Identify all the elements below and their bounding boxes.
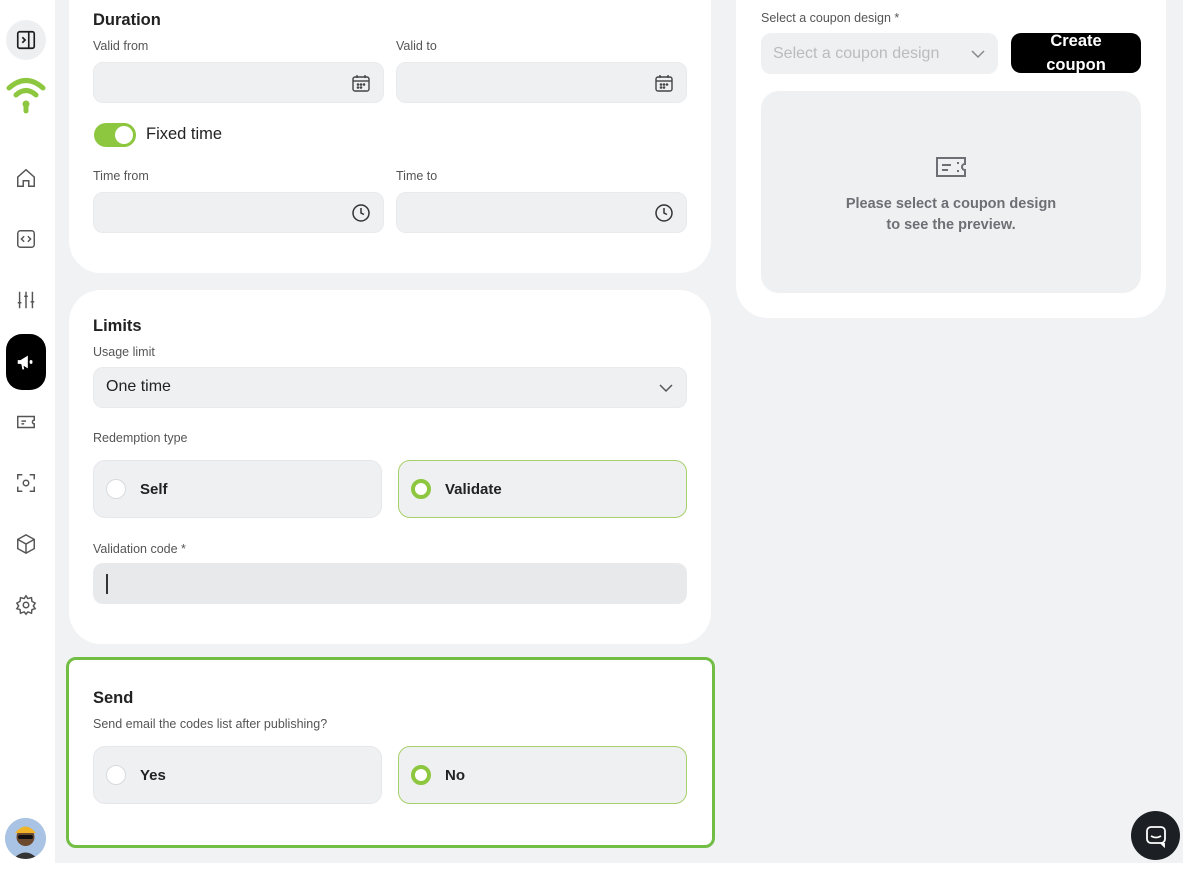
radio-label: No bbox=[445, 766, 465, 784]
radio-label: Yes bbox=[140, 766, 166, 784]
sidebar-expand-button[interactable] bbox=[6, 20, 46, 60]
sidebar bbox=[0, 0, 52, 880]
chevron-down-icon bbox=[971, 50, 985, 59]
calendar-icon[interactable] bbox=[654, 73, 674, 93]
calendar-icon[interactable] bbox=[351, 73, 371, 93]
chat-button[interactable] bbox=[1131, 811, 1180, 860]
scan-icon bbox=[17, 474, 35, 492]
time-to-label: Time to bbox=[396, 169, 438, 183]
chat-icon bbox=[1145, 825, 1166, 848]
clock-icon[interactable] bbox=[351, 203, 371, 223]
validation-code-input[interactable] bbox=[93, 563, 687, 604]
main-content: Duration Valid from Valid to Fixed time … bbox=[55, 0, 1183, 863]
redemption-type-label: Redemption type bbox=[93, 431, 188, 445]
radio-button[interactable] bbox=[106, 765, 126, 785]
box-icon bbox=[17, 533, 35, 555]
fixed-time-toggle[interactable] bbox=[94, 123, 136, 147]
coupon-design-select[interactable]: Select a coupon design bbox=[761, 33, 998, 74]
sidebar-item-code[interactable] bbox=[6, 219, 46, 259]
limits-title: Limits bbox=[93, 317, 142, 335]
sidebar-item-products[interactable] bbox=[6, 524, 46, 564]
sidebar-item-campaigns[interactable] bbox=[6, 334, 46, 390]
radio-label: Validate bbox=[445, 480, 502, 498]
send-option-no[interactable]: No bbox=[398, 746, 687, 804]
chevron-down-icon bbox=[659, 384, 673, 393]
sliders-icon bbox=[17, 291, 35, 309]
valid-to-input[interactable] bbox=[396, 62, 687, 103]
coupon-design-placeholder: Select a coupon design bbox=[773, 45, 940, 62]
duration-card: Duration Valid from Valid to Fixed time … bbox=[69, 0, 711, 273]
gear-icon bbox=[15, 594, 37, 616]
limits-card: Limits Usage limit One time Redemption t… bbox=[69, 290, 711, 644]
usage-limit-select[interactable]: One time bbox=[93, 367, 687, 408]
fixed-time-label: Fixed time bbox=[146, 125, 223, 143]
radio-button[interactable] bbox=[411, 765, 431, 785]
time-from-label: Time from bbox=[93, 169, 149, 183]
valid-to-label: Valid to bbox=[396, 39, 437, 53]
preview-message-line2: to see the preview. bbox=[886, 217, 1016, 233]
time-from-input[interactable] bbox=[93, 192, 384, 233]
coupon-design-label: Select a coupon design * bbox=[761, 11, 900, 25]
home-icon bbox=[17, 168, 35, 187]
send-title: Send bbox=[93, 689, 134, 707]
panel-expand-icon bbox=[16, 30, 36, 50]
usage-limit-value: One time bbox=[106, 378, 171, 395]
radio-button[interactable] bbox=[411, 479, 431, 499]
preview-message: Please select a coupon design to see the… bbox=[761, 194, 1141, 236]
time-to-input[interactable] bbox=[396, 192, 687, 233]
ticket-icon bbox=[17, 415, 35, 429]
clock-icon[interactable] bbox=[654, 203, 674, 223]
ticket-icon bbox=[936, 157, 966, 177]
sidebar-item-settings[interactable] bbox=[6, 585, 46, 625]
send-card: Send Send email the codes list after pub… bbox=[66, 657, 715, 848]
text-cursor bbox=[106, 574, 108, 594]
sidebar-item-scan[interactable] bbox=[6, 463, 46, 503]
preview-message-line1: Please select a coupon design bbox=[845, 196, 1057, 212]
sidebar-item-coupons[interactable] bbox=[6, 402, 46, 442]
coupon-preview: Please select a coupon design to see the… bbox=[761, 91, 1141, 293]
validation-code-label: Validation code * bbox=[93, 542, 186, 556]
coupon-design-card: Select a coupon design * Select a coupon… bbox=[736, 0, 1166, 318]
radio-button[interactable] bbox=[106, 479, 126, 499]
redemption-option-self[interactable]: Self bbox=[93, 460, 382, 518]
redemption-option-validate[interactable]: Validate bbox=[398, 460, 687, 518]
valid-from-input[interactable] bbox=[93, 62, 384, 103]
sidebar-item-home[interactable] bbox=[6, 158, 46, 198]
usage-limit-label: Usage limit bbox=[93, 345, 155, 359]
megaphone-icon bbox=[17, 355, 33, 370]
wifi-logo-icon bbox=[4, 74, 48, 114]
radio-label: Self bbox=[140, 480, 168, 498]
code-icon bbox=[17, 230, 35, 248]
sidebar-item-settings-sliders[interactable] bbox=[6, 280, 46, 320]
valid-from-label: Valid from bbox=[93, 39, 149, 53]
duration-title: Duration bbox=[93, 11, 161, 29]
send-question: Send email the codes list after publishi… bbox=[93, 717, 328, 731]
send-option-yes[interactable]: Yes bbox=[93, 746, 382, 804]
create-coupon-label: Create coupon bbox=[1046, 32, 1106, 74]
create-coupon-button[interactable]: Create coupon bbox=[1011, 32, 1141, 74]
avatar[interactable] bbox=[5, 818, 46, 859]
